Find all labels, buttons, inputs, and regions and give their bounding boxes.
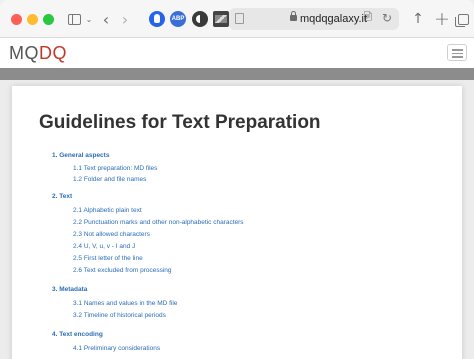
toc-item-2-2[interactable]: 2.2 Punctuation marks and other non-alph…	[73, 219, 244, 227]
header-divider-band	[0, 68, 474, 80]
toc-item-2-1[interactable]: 2.1 Alphabetic plain text	[73, 207, 142, 215]
sidebar-icon[interactable]	[66, 10, 82, 28]
toc-item-3-2[interactable]: 3.2 Timeline of historical periods	[73, 312, 166, 320]
content-card: Guidelines for Text Preparation 1. Gener…	[12, 86, 462, 359]
lock-icon	[290, 11, 297, 21]
logo-part-3: Q	[52, 43, 68, 63]
page-title: Guidelines for Text Preparation	[39, 112, 321, 133]
close-window-button[interactable]	[11, 14, 22, 25]
privacy-extension-icon[interactable]	[149, 11, 165, 27]
toc-item-1-1[interactable]: 1.1 Text preparation: MD files	[73, 165, 157, 173]
hamburger-menu-button[interactable]	[447, 44, 467, 61]
forward-button[interactable]: ›	[119, 10, 131, 29]
toc-section-4[interactable]: 4. Text encoding	[52, 331, 103, 339]
address-bar[interactable]: mqdqgalaxy.it 📄︎ ↻	[229, 8, 399, 30]
back-button[interactable]: ‹	[100, 10, 112, 29]
toc-item-2-6[interactable]: 2.6 Text excluded from processing	[73, 267, 172, 275]
toc-item-4-1[interactable]: 4.1 Preliminary considerations	[73, 345, 160, 353]
browser-window: ⌄ ‹ › ABP mqdqgalaxy.it 📄︎ ↻ ↑ + MQDQ Gu…	[0, 0, 474, 359]
new-tab-button[interactable]: +	[434, 8, 450, 30]
dark-mode-extension-icon[interactable]	[192, 11, 208, 27]
toc-item-2-4[interactable]: 2.4 U, V, u, v - I and J	[73, 243, 135, 251]
chevron-down-icon[interactable]: ⌄	[84, 10, 94, 28]
site-logo[interactable]: MQDQ	[9, 43, 67, 64]
toc-section-1[interactable]: 1. General aspects	[52, 152, 109, 160]
tab-overview-button[interactable]	[454, 10, 470, 28]
toc-item-2-5[interactable]: 2.5 First letter of the line	[73, 255, 143, 263]
page-icon	[235, 13, 244, 24]
toc-item-3-1[interactable]: 3.1 Names and values in the MD file	[73, 300, 177, 308]
toc-section-3[interactable]: 3. Metadata	[52, 286, 87, 294]
url-text[interactable]: mqdqgalaxy.it	[300, 13, 367, 25]
share-button[interactable]: ↑	[411, 10, 425, 28]
reload-icon[interactable]: ↻	[382, 11, 392, 25]
toc-item-2-3[interactable]: 2.3 Not allowed characters	[73, 231, 150, 239]
adblock-extension-icon[interactable]: ABP	[170, 11, 186, 27]
site-header: MQDQ	[0, 38, 474, 68]
minimize-window-button[interactable]	[27, 14, 38, 25]
toc-item-1-2[interactable]: 1.2 Folder and file names	[73, 176, 146, 184]
main-content: Guidelines for Text Preparation 1. Gener…	[0, 80, 474, 359]
translate-icon[interactable]: 📄︎	[362, 12, 373, 22]
zoom-window-button[interactable]	[43, 14, 54, 25]
toc-section-2[interactable]: 2. Text	[52, 193, 72, 201]
logo-part-2: D	[39, 43, 53, 63]
logo-part-1: MQ	[9, 43, 39, 63]
image-extension-icon[interactable]	[213, 11, 229, 27]
browser-toolbar: ⌄ ‹ › ABP mqdqgalaxy.it 📄︎ ↻ ↑ +	[0, 0, 474, 38]
